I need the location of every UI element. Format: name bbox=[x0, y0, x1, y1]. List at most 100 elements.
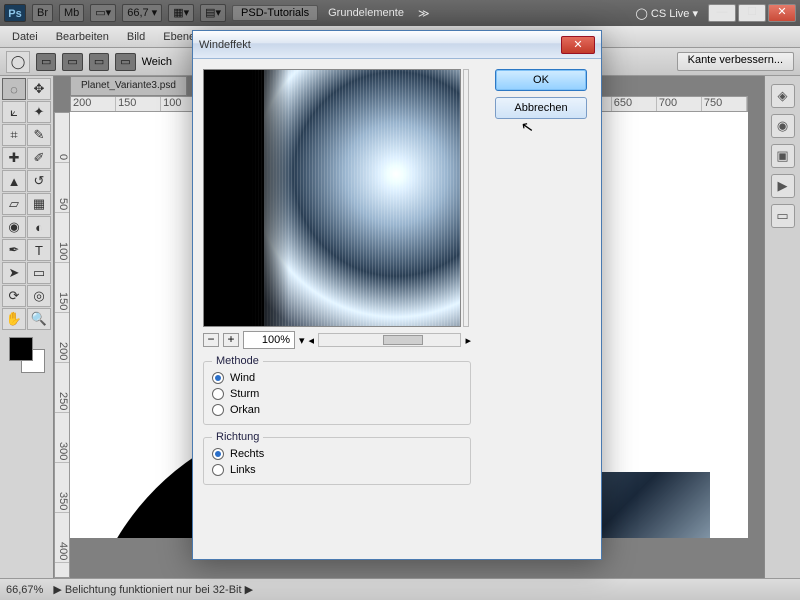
preview-hscroll-left[interactable]: ◂ bbox=[309, 334, 315, 347]
status-msg: ▶ Belichtung funktioniert nur bei 32-Bit… bbox=[53, 583, 253, 596]
dialog-titlebar[interactable]: Windeffekt ✕ bbox=[193, 31, 601, 59]
color-swatches[interactable] bbox=[9, 337, 45, 373]
wind-dialog: Windeffekt ✕ − + 100% ▾ ◂ ▸ Methode Wind… bbox=[192, 30, 602, 560]
radio-icon bbox=[212, 464, 224, 476]
tool-lasso[interactable]: ⟀ bbox=[2, 101, 26, 123]
channels-panel-icon[interactable]: ◉ bbox=[771, 114, 795, 138]
radio-icon bbox=[212, 372, 224, 384]
tool-wand[interactable]: ✦ bbox=[27, 101, 51, 123]
radio-rechts[interactable]: Rechts bbox=[212, 446, 462, 462]
marquee-mode-new[interactable]: ▭ bbox=[36, 53, 56, 71]
radio-links-label: Links bbox=[230, 464, 256, 476]
radio-wind-label: Wind bbox=[230, 372, 255, 384]
dialog-title: Windeffekt bbox=[199, 39, 251, 51]
tool-zoom[interactable]: 🔍 bbox=[27, 308, 51, 330]
status-msg-text: Belichtung funktioniert nur bei 32-Bit bbox=[65, 584, 242, 596]
zoom-field[interactable]: 66,7 ▾ bbox=[122, 4, 162, 22]
arrange-button[interactable]: ▦▾ bbox=[168, 4, 194, 22]
history-panel-icon[interactable]: ▶ bbox=[771, 174, 795, 198]
cslive-label: CS Live bbox=[651, 8, 690, 20]
status-bar: 66,67% ▶ Belichtung funktioniert nur bei… bbox=[0, 578, 800, 600]
radio-wind[interactable]: Wind bbox=[212, 370, 462, 386]
methode-group: Methode Wind Sturm Orkan bbox=[203, 361, 471, 425]
layers-panel-icon[interactable]: ◈ bbox=[771, 84, 795, 108]
extras-button[interactable]: ▤▾ bbox=[200, 4, 226, 22]
tool-history[interactable]: ↺ bbox=[27, 170, 51, 192]
tool-heal[interactable]: ✚ bbox=[2, 147, 26, 169]
effect-preview[interactable] bbox=[203, 69, 461, 327]
radio-rechts-label: Rechts bbox=[230, 448, 264, 460]
radio-icon bbox=[212, 448, 224, 460]
tool-path[interactable]: ➤ bbox=[2, 262, 26, 284]
paths-panel-icon[interactable]: ▣ bbox=[771, 144, 795, 168]
tool-shape[interactable]: ▭ bbox=[27, 262, 51, 284]
tool-dodge[interactable]: ◐ bbox=[27, 216, 51, 238]
tool-gradient[interactable]: ▦ bbox=[27, 193, 51, 215]
zoom-in-button[interactable]: + bbox=[223, 333, 239, 347]
zoom-dropdown-icon[interactable]: ▾ bbox=[299, 334, 305, 347]
preview-hscroll[interactable] bbox=[318, 333, 461, 347]
tool-blur[interactable]: ◉ bbox=[2, 216, 26, 238]
toolbox: ◌✥ ⟀✦ ⌗✎ ✚✐ ▲↺ ▱▦ ◉◐ ✒T ➤▭ ⟳◎ ✋🔍 bbox=[0, 76, 54, 578]
screen-mode-button[interactable]: ▭▾ bbox=[90, 4, 116, 22]
preview-vscroll[interactable] bbox=[463, 69, 469, 327]
photoshop-logo: Ps bbox=[4, 4, 26, 22]
zoom-out-button[interactable]: − bbox=[203, 333, 219, 347]
tool-hand[interactable]: ✋ bbox=[2, 308, 26, 330]
dialog-body: − + 100% ▾ ◂ ▸ Methode Wind Sturm Orkan … bbox=[193, 59, 601, 559]
tool-move[interactable]: ✥ bbox=[27, 78, 51, 100]
weich-label: Weich bbox=[142, 56, 172, 68]
workspace-grundelemente[interactable]: Grundelemente bbox=[324, 7, 408, 19]
ruler-vertical: 050100150200250300350400 bbox=[54, 112, 70, 578]
radio-sturm-label: Sturm bbox=[230, 388, 259, 400]
minimize-button[interactable]: — bbox=[708, 4, 736, 22]
panel-dock: ◈ ◉ ▣ ▶ ▭ bbox=[764, 76, 800, 578]
bridge-button[interactable]: Br bbox=[32, 4, 53, 22]
tool-brush[interactable]: ✐ bbox=[27, 147, 51, 169]
ok-button[interactable]: OK bbox=[495, 69, 587, 91]
tool-marquee[interactable]: ◌ bbox=[2, 78, 26, 100]
dialog-buttons: OK Abbrechen bbox=[495, 69, 587, 119]
status-zoom: 66,67% bbox=[6, 584, 43, 596]
radio-links[interactable]: Links bbox=[212, 462, 462, 478]
cslive-button[interactable]: ◯ CS Live ▾ bbox=[632, 7, 702, 20]
maximize-button[interactable]: ☐ bbox=[738, 4, 766, 22]
marquee-mode-sub[interactable]: ▭ bbox=[89, 53, 109, 71]
window-controls: — ☐ ✕ bbox=[708, 4, 796, 22]
tool-eyedropper[interactable]: ✎ bbox=[27, 124, 51, 146]
marquee-mode-int[interactable]: ▭ bbox=[115, 53, 135, 71]
menu-bild[interactable]: Bild bbox=[121, 29, 151, 45]
radio-orkan[interactable]: Orkan bbox=[212, 402, 462, 418]
cancel-button[interactable]: Abbrechen bbox=[495, 97, 587, 119]
tool-crop[interactable]: ⌗ bbox=[2, 124, 26, 146]
radio-sturm[interactable]: Sturm bbox=[212, 386, 462, 402]
minibridge-button[interactable]: Mb bbox=[59, 4, 84, 22]
preview-zoom-row: − + 100% ▾ ◂ ▸ bbox=[203, 331, 471, 349]
refine-edge-button[interactable]: Kante verbessern... bbox=[677, 52, 794, 71]
dialog-close-button[interactable]: ✕ bbox=[561, 36, 595, 54]
radio-orkan-label: Orkan bbox=[230, 404, 260, 416]
tool-3dcam[interactable]: ◎ bbox=[27, 285, 51, 307]
app-topbar: Ps Br Mb ▭▾ 66,7 ▾ ▦▾ ▤▾ PSD-Tutorials G… bbox=[0, 0, 800, 26]
document-tab[interactable]: Planet_Variante3.psd bbox=[70, 76, 187, 96]
tool-3d[interactable]: ⟳ bbox=[2, 285, 26, 307]
preview-hscroll-thumb[interactable] bbox=[383, 335, 423, 345]
tool-type[interactable]: T bbox=[27, 239, 51, 261]
close-button[interactable]: ✕ bbox=[768, 4, 796, 22]
preview-zoom-value[interactable]: 100% bbox=[243, 331, 295, 349]
richtung-group: Richtung Rechts Links bbox=[203, 437, 471, 485]
menu-bearbeiten[interactable]: Bearbeiten bbox=[50, 29, 115, 45]
preview-hscroll-right[interactable]: ▸ bbox=[465, 334, 471, 347]
fg-swatch[interactable] bbox=[9, 337, 33, 361]
more-workspaces[interactable]: ≫ bbox=[414, 7, 434, 20]
actions-panel-icon[interactable]: ▭ bbox=[771, 204, 795, 228]
menu-datei[interactable]: Datei bbox=[6, 29, 44, 45]
workspace-psdtutorials[interactable]: PSD-Tutorials bbox=[232, 5, 318, 21]
tool-pen[interactable]: ✒ bbox=[2, 239, 26, 261]
radio-icon bbox=[212, 404, 224, 416]
tool-eraser[interactable]: ▱ bbox=[2, 193, 26, 215]
tool-stamp[interactable]: ▲ bbox=[2, 170, 26, 192]
current-tool-icon[interactable]: ◯ bbox=[6, 51, 30, 73]
marquee-mode-add[interactable]: ▭ bbox=[62, 53, 82, 71]
richtung-legend: Richtung bbox=[212, 431, 263, 443]
